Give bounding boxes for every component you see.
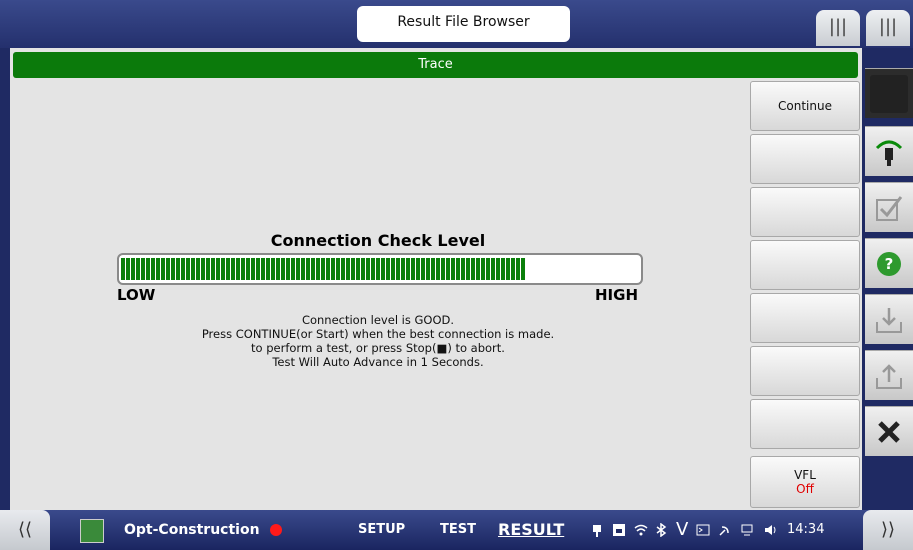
- low-label: LOW: [117, 286, 156, 304]
- load-icon: [876, 307, 902, 333]
- connection-level-meter: [117, 253, 643, 285]
- svg-text:?: ?: [885, 255, 894, 273]
- continue-button[interactable]: Continue: [750, 81, 860, 131]
- bottom-bar: ⟨⟨ Opt-Construction SETUP TEST RESULT V …: [0, 510, 913, 550]
- app-name[interactable]: Opt-Construction: [124, 510, 260, 550]
- network-icon: [741, 524, 753, 536]
- test-tab[interactable]: TEST: [440, 510, 476, 550]
- menu-tab-2[interactable]: |||: [866, 10, 910, 46]
- checkmark-icon: [876, 195, 903, 221]
- vfl-label: VFL: [794, 468, 816, 482]
- connection-message: Connection level is GOOD. Press CONTINUE…: [118, 313, 638, 369]
- function-button-4[interactable]: [750, 240, 860, 290]
- chevron-left-icon: ⟨⟨: [17, 519, 33, 540]
- stop-icon: [870, 74, 908, 113]
- trace-header: Trace: [13, 52, 858, 78]
- message-line: Press CONTINUE(or Start) when the best c…: [201, 327, 555, 341]
- message-line: Connection level is GOOD.: [301, 313, 455, 327]
- setup-tab[interactable]: SETUP: [358, 510, 405, 550]
- terminal-icon: [696, 524, 710, 536]
- laser-icon: [270, 524, 282, 536]
- connector-icon: [875, 140, 903, 166]
- wifi-icon: [634, 524, 648, 536]
- function-button-6[interactable]: [750, 346, 860, 396]
- checkbox-button[interactable]: [865, 182, 913, 232]
- message-line: to perform a test, or press Stop(■) to a…: [251, 341, 505, 355]
- nav-left-button[interactable]: ⟨⟨: [0, 510, 50, 550]
- help-button[interactable]: ?: [865, 238, 913, 288]
- connection-check-title: Connection Check Level: [270, 231, 486, 250]
- bluetooth-icon: [656, 523, 667, 537]
- app-icon[interactable]: [80, 519, 104, 543]
- sd-card-icon: [613, 524, 625, 536]
- save-icon: [876, 363, 902, 389]
- start-stop-button[interactable]: [865, 68, 913, 118]
- window-title: Result File Browser: [357, 6, 570, 42]
- power-plug-icon: [593, 525, 601, 537]
- result-tab[interactable]: RESULT: [498, 510, 564, 550]
- speaker-icon: [765, 525, 776, 535]
- load-button[interactable]: [865, 294, 913, 344]
- save-button[interactable]: [865, 350, 913, 400]
- satellite-icon: [719, 526, 729, 536]
- chevron-right-icon: ⟩⟩: [880, 519, 896, 540]
- menu-tab-1[interactable]: |||: [816, 10, 860, 46]
- close-icon: [878, 420, 900, 443]
- connector-button[interactable]: [865, 126, 913, 176]
- top-bar: Result File Browser ||| |||: [0, 0, 913, 48]
- function-button-2[interactable]: [750, 134, 860, 184]
- close-button[interactable]: [865, 406, 913, 456]
- function-button-3[interactable]: [750, 187, 860, 237]
- vfl-button[interactable]: VFL Off: [750, 456, 860, 508]
- vfl-state: Off: [796, 482, 814, 496]
- connection-level-fill: [121, 258, 525, 280]
- main-panel: Trace Connection Check Level LOW HIGH Co…: [10, 48, 862, 510]
- clock: 14:34: [787, 522, 825, 537]
- help-icon: ?: [877, 251, 901, 276]
- function-button-7[interactable]: [750, 399, 860, 449]
- function-button-5[interactable]: [750, 293, 860, 343]
- high-label: HIGH: [595, 286, 639, 304]
- nav-right-button[interactable]: ⟩⟩: [863, 510, 913, 550]
- message-line: Test Will Auto Advance in 1 Seconds.: [272, 355, 484, 369]
- continue-label: Continue: [778, 99, 832, 113]
- vfl-status-icon: V: [676, 519, 689, 540]
